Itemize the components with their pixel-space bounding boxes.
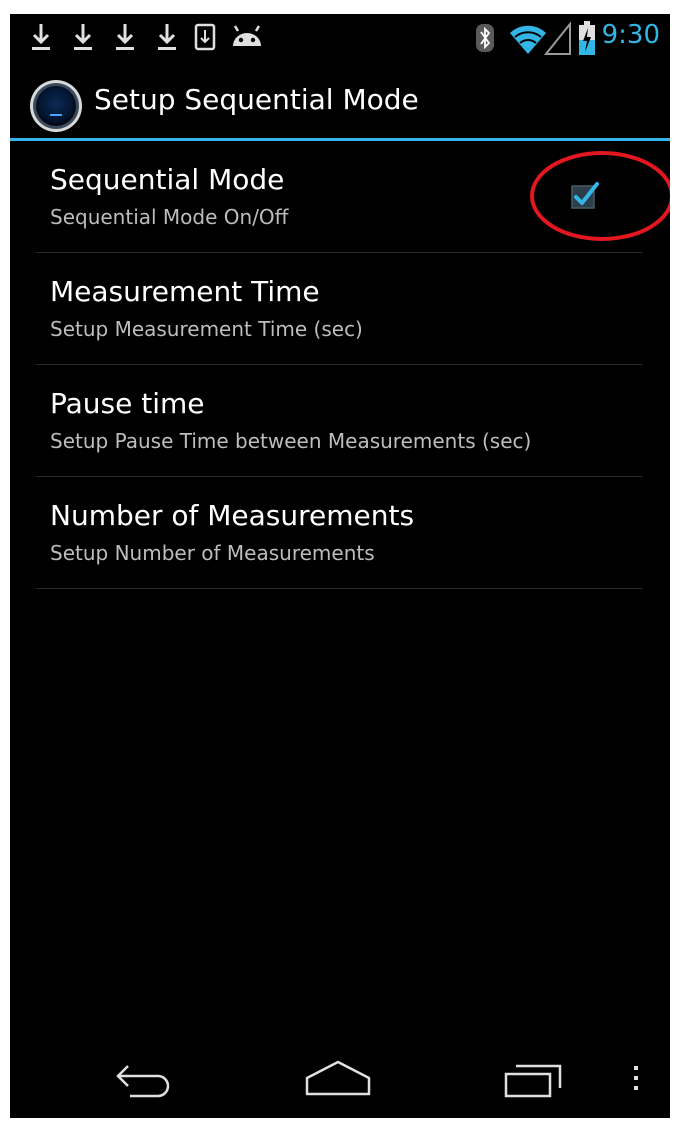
recent-apps-icon[interactable] bbox=[502, 1056, 564, 1100]
bluetooth-icon bbox=[476, 24, 494, 52]
download-icon bbox=[74, 24, 92, 50]
pref-measurement-time[interactable]: Measurement Time Setup Measurement Time … bbox=[36, 253, 642, 365]
overflow-menu-icon[interactable] bbox=[630, 1056, 642, 1100]
wifi-icon bbox=[510, 25, 546, 54]
sd-download-icon bbox=[194, 23, 216, 51]
battery-charging-icon bbox=[579, 21, 595, 55]
pref-number-of-measurements[interactable]: Number of Measurements Setup Number of M… bbox=[36, 477, 642, 589]
pref-pause-time[interactable]: Pause time Setup Pause Time between Meas… bbox=[36, 365, 642, 477]
status-bar: 9:30 bbox=[10, 14, 670, 62]
pref-title: Number of Measurements bbox=[50, 499, 415, 532]
pref-sequential-mode[interactable]: Sequential Mode Sequential Mode On/Off bbox=[36, 141, 670, 253]
page-title: Setup Sequential Mode bbox=[94, 83, 419, 116]
android-icon bbox=[233, 25, 261, 46]
home-icon[interactable] bbox=[304, 1056, 372, 1100]
download-icon bbox=[32, 24, 50, 50]
signal-icon bbox=[544, 21, 571, 55]
pref-summary: Setup Pause Time between Measurements (s… bbox=[50, 429, 532, 453]
action-bar: Setup Sequential Mode bbox=[10, 64, 670, 138]
download-icon bbox=[116, 24, 134, 50]
pref-summary: Sequential Mode On/Off bbox=[50, 205, 289, 229]
annotation-circle bbox=[530, 151, 670, 241]
pref-summary: Setup Number of Measurements bbox=[50, 541, 375, 565]
download-icon bbox=[158, 24, 176, 50]
app-icon[interactable] bbox=[28, 78, 84, 134]
status-clock: 9:30 bbox=[601, 20, 660, 50]
pref-title: Measurement Time bbox=[50, 275, 320, 308]
pref-summary: Setup Measurement Time (sec) bbox=[50, 317, 363, 341]
preference-list: Sequential Mode Sequential Mode On/Off M… bbox=[10, 141, 670, 589]
pref-title: Sequential Mode bbox=[50, 163, 285, 196]
navigation-bar bbox=[10, 1044, 670, 1118]
phone-screen: 9:30 Setup Sequential Mode Sequential Mo… bbox=[10, 14, 670, 1118]
back-icon[interactable] bbox=[110, 1056, 176, 1100]
pref-title: Pause time bbox=[50, 387, 205, 420]
